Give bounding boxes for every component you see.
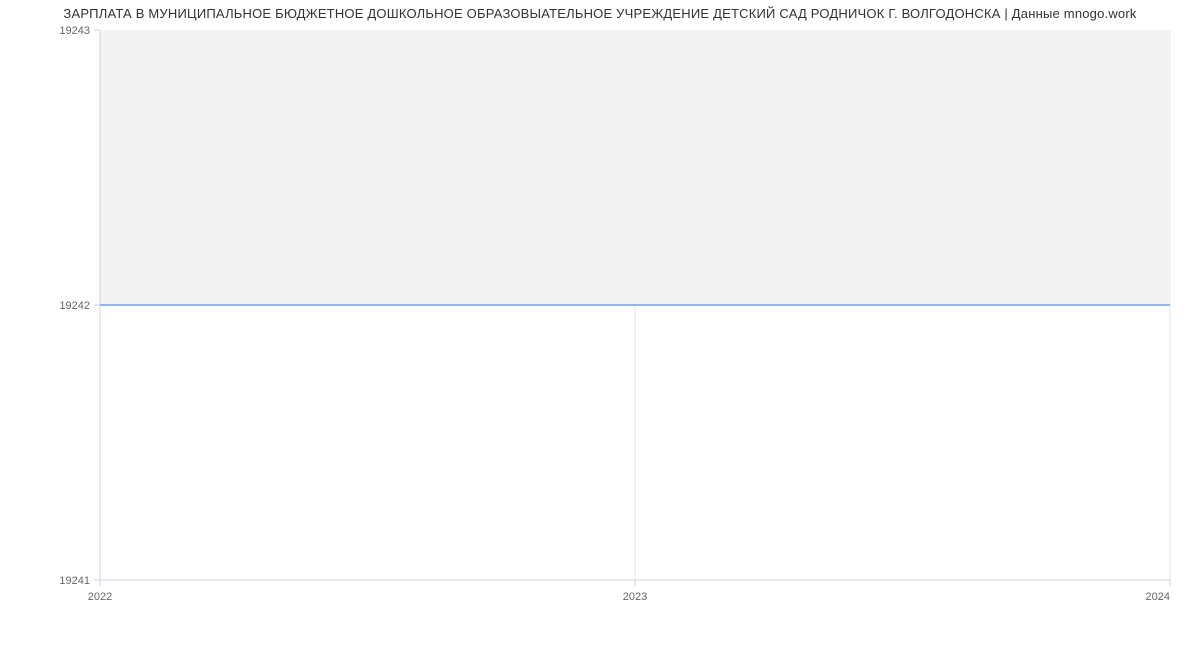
- chart-title: ЗАРПЛАТА В МУНИЦИПАЛЬНОЕ БЮДЖЕТНОЕ ДОШКО…: [0, 0, 1200, 25]
- y-label-19243: 19243: [59, 25, 90, 37]
- y-label-19242: 19242: [59, 300, 90, 312]
- chart-svg: 19241 19242 19243 2022 2023 2024: [0, 25, 1200, 615]
- x-label-2023: 2023: [623, 591, 647, 603]
- salary-chart: ЗАРПЛАТА В МУНИЦИПАЛЬНОЕ БЮДЖЕТНОЕ ДОШКО…: [0, 0, 1200, 650]
- x-label-2024: 2024: [1146, 591, 1170, 603]
- x-label-2022: 2022: [88, 591, 112, 603]
- plot-area: 19241 19242 19243 2022 2023 2024: [0, 25, 1200, 615]
- area-fill-upper: [100, 30, 1170, 305]
- y-label-19241: 19241: [59, 575, 90, 587]
